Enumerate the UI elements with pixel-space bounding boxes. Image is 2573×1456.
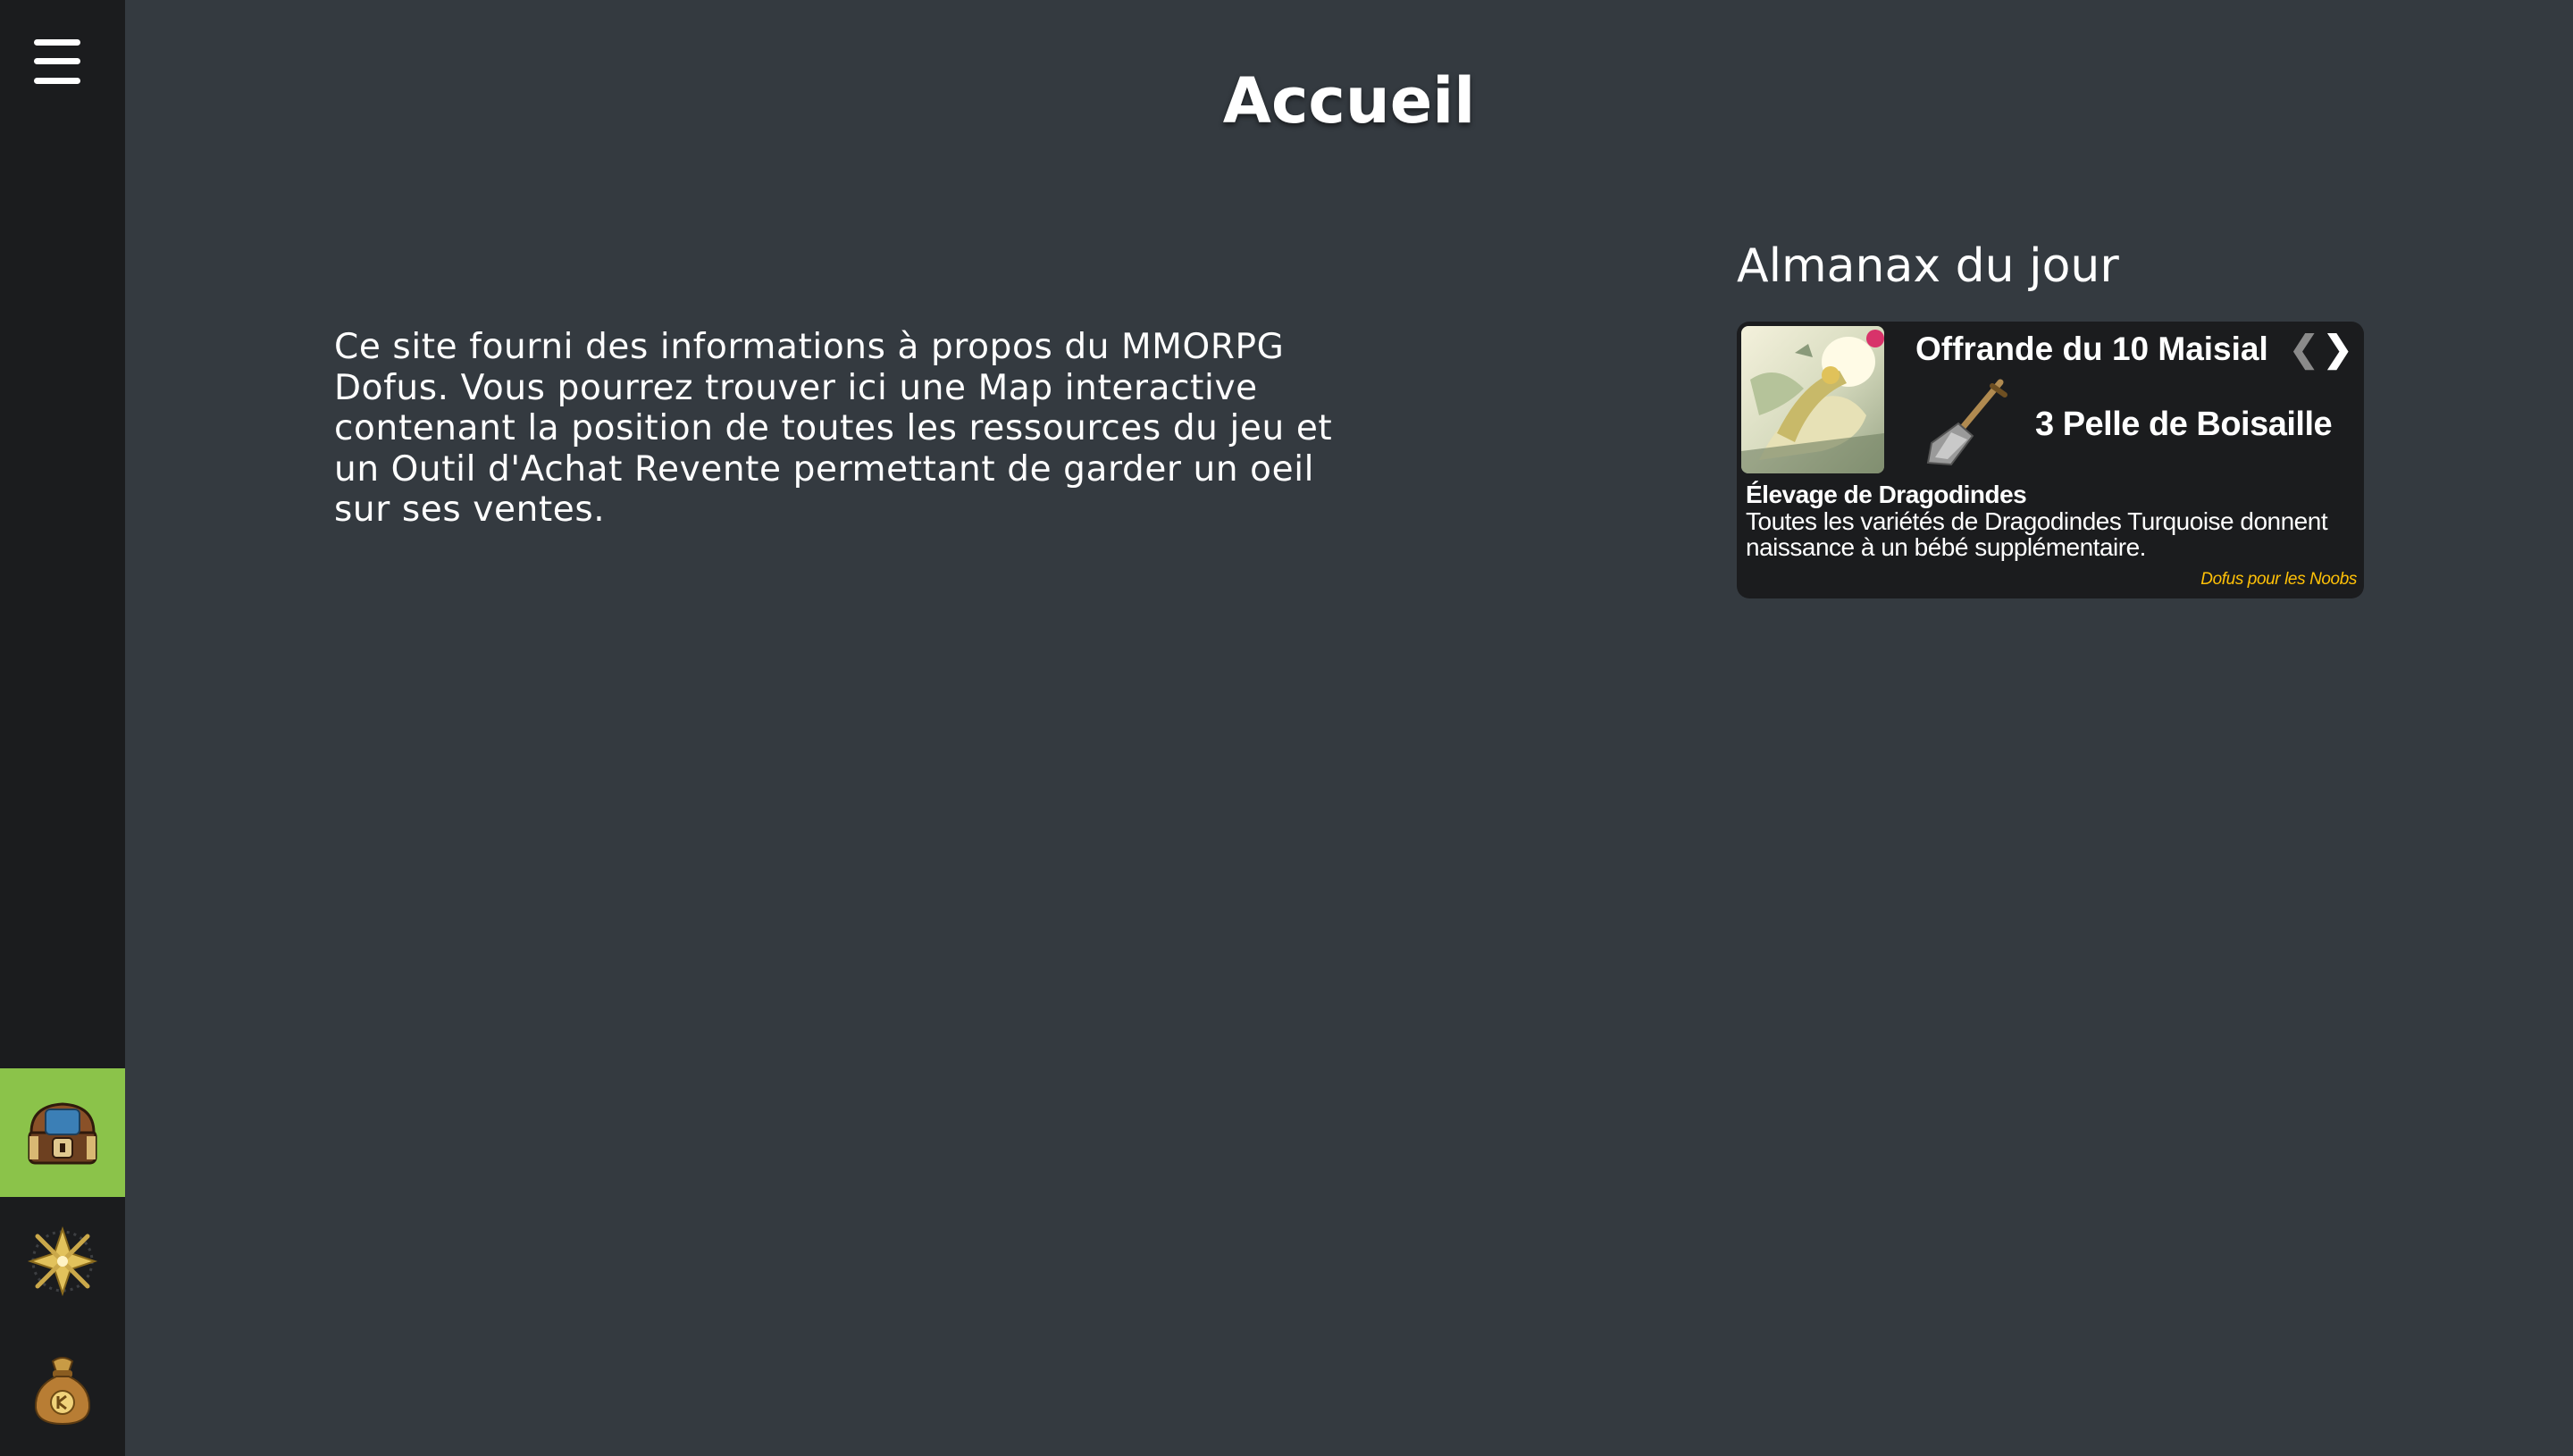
sidebar-item-map[interactable]	[0, 1197, 125, 1326]
offering-title: Offrande du 10 Maisial	[1915, 331, 2268, 367]
page-title: Accueil	[1222, 64, 1476, 138]
previous-day-arrow[interactable]: ❮	[2289, 329, 2319, 370]
hamburger-menu-icon[interactable]	[34, 39, 80, 84]
next-day-arrow[interactable]: ❯	[2323, 329, 2353, 370]
treasure-chest-icon	[28, 1102, 97, 1165]
intro-text: Ce site fourni des informations à propos…	[334, 327, 1333, 530]
compass-star-icon	[27, 1226, 98, 1297]
kamas-bag-icon	[34, 1357, 91, 1426]
almanax-heading: Almanax du jour	[1737, 239, 2119, 293]
almanax-boss-image	[1741, 326, 1884, 473]
sidebar-item-kamas[interactable]	[0, 1326, 125, 1454]
bonus-description: Toutes les variétés de Dragodindes Turqu…	[1746, 507, 2328, 561]
source-link[interactable]: Dofus pour les Noobs	[2200, 570, 2357, 590]
bonus-title: Élevage de Dragodindes	[1746, 481, 2027, 508]
sidebar	[0, 0, 125, 1456]
offering-item: 3 Pelle de Boisaille	[2035, 406, 2333, 443]
shovel-icon	[1926, 379, 2007, 466]
sidebar-item-chest[interactable]	[0, 1068, 125, 1197]
almanax-card: Offrande du 10 Maisial ❮ ❯ 3 Pelle de Bo…	[1737, 322, 2364, 598]
